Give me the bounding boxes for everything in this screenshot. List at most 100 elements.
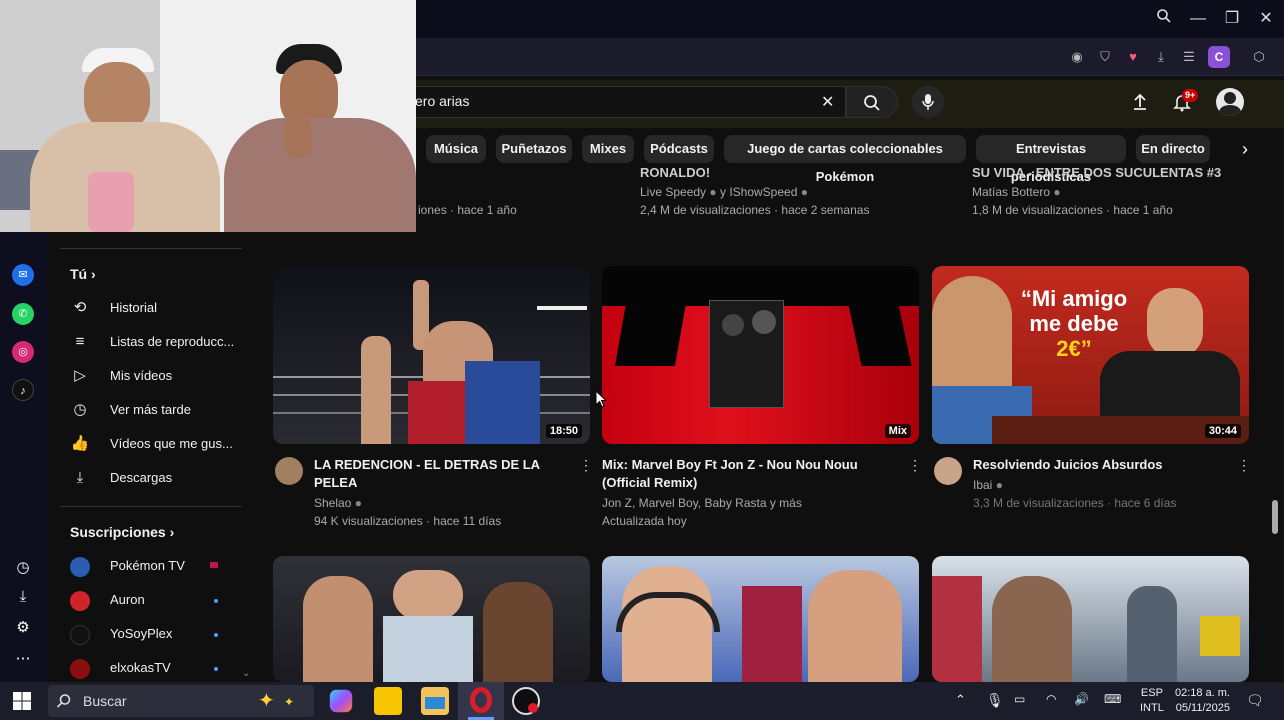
channel-name[interactable]: y IShowSpeed <box>720 185 797 199</box>
you-section-header[interactable]: Tú › <box>70 262 96 286</box>
taskbar-active-app[interactable] <box>458 682 504 720</box>
mouse-cursor <box>595 389 608 413</box>
more-options-icon[interactable]: ⋮ <box>579 457 593 473</box>
channel-name[interactable]: Shelao <box>314 496 351 510</box>
channel-name[interactable]: Matías Bottero <box>972 185 1050 199</box>
cube-icon[interactable]: ⬡ <box>1250 48 1268 66</box>
mix-badge: Mix <box>884 424 911 438</box>
video-thumbnail[interactable] <box>932 556 1249 682</box>
page-scrollbar[interactable] <box>1272 500 1278 534</box>
download-icon: ⤓ <box>76 469 84 486</box>
input-language[interactable]: ESP INTL <box>1140 686 1164 716</box>
subscription-item[interactable]: Auron <box>70 588 145 612</box>
sidebar-item-historial[interactable]: ⟲ Historial <box>70 296 157 320</box>
more-options-icon[interactable]: ⋮ <box>1237 457 1251 473</box>
account-avatar[interactable] <box>1216 88 1244 116</box>
sidebar-item-liked[interactable]: 👍 Vídeos que me gus... <box>70 432 233 456</box>
keyboard-icon[interactable]: ⌨ <box>1104 692 1121 706</box>
video-thumbnail[interactable] <box>273 556 590 682</box>
search-button[interactable] <box>846 86 898 118</box>
messenger-icon[interactable]: ✉ <box>12 264 34 286</box>
chip-entrevistas[interactable]: Entrevistas periodísticas <box>976 135 1126 184</box>
shield-icon[interactable]: ⛉ <box>1096 48 1114 66</box>
menu-icon[interactable]: ☰ <box>1180 48 1198 66</box>
clear-search-icon[interactable]: ✕ <box>821 92 834 112</box>
sidebar-item-listas[interactable]: ≡ Listas de reproducc... <box>70 330 235 354</box>
video-thumbnail[interactable]: “Mi amigo me debe 2€” 30:44 <box>932 266 1249 444</box>
voice-search-button[interactable] <box>912 86 944 118</box>
youtube-guide-sidebar: Tú › ⟲ Historial ≡ Listas de reproducc... … <box>48 232 250 682</box>
sidebar-item-ver-mas-tarde[interactable]: ◷ Ver más tarde <box>70 398 190 422</box>
battery-icon[interactable]: ▭ <box>1014 692 1025 706</box>
subscription-item[interactable]: Pokémon TV <box>70 554 185 578</box>
close-window-button[interactable]: ✕ <box>1255 8 1277 30</box>
subscriptions-label: Suscripciones <box>70 524 166 540</box>
video-title[interactable]: SU VIDA - ENTRE DOS SUCULENTAS #3 <box>972 164 1221 182</box>
video-title-line2[interactable]: PELEA <box>314 474 357 492</box>
more-options-icon[interactable]: ⋮ <box>908 457 922 473</box>
file-explorer-icon[interactable] <box>421 687 449 715</box>
chip-mixes[interactable]: Mixes <box>582 135 634 163</box>
liked-icon: 👍 <box>70 435 90 452</box>
windows-start-icon[interactable] <box>12 691 32 716</box>
search-box[interactable]: ✕ <box>400 86 846 118</box>
chevron-up-icon[interactable]: ⌃ <box>955 692 966 708</box>
webcam-overlay <box>0 0 416 232</box>
copilot-icon[interactable] <box>329 689 353 713</box>
video-thumbnail[interactable]: Mix <box>602 266 919 444</box>
tiktok-icon[interactable]: ♪ <box>12 379 34 401</box>
restore-button[interactable]: ❐ <box>1221 8 1243 30</box>
volume-icon[interactable]: 🔊 <box>1074 692 1089 706</box>
video-duration: 18:50 <box>545 424 582 438</box>
sidebar-item-label: Vídeos que me gus... <box>110 436 233 451</box>
whatsapp-icon[interactable]: ✆ <box>12 303 34 325</box>
camera-icon[interactable]: ◉ <box>1068 48 1086 66</box>
video-title[interactable]: RONALDO! <box>640 164 710 182</box>
video-title-line2[interactable]: (Official Remix) <box>602 474 697 492</box>
sticky-notes-icon[interactable] <box>374 687 402 715</box>
chip-podcasts[interactable]: Pódcasts <box>644 135 714 163</box>
chip-en-directo[interactable]: En directo <box>1136 135 1210 163</box>
video-title[interactable]: Resolviendo Juicios Absurdos <box>973 456 1163 474</box>
download-icon[interactable]: ⤓ <box>1152 48 1170 66</box>
channel-name[interactable]: Live Speedy <box>640 185 706 199</box>
search-icon[interactable] <box>1153 8 1175 30</box>
notifications-icon[interactable]: 🗨 <box>1246 692 1264 709</box>
instagram-icon[interactable]: ◎ <box>12 341 34 363</box>
clock-icon[interactable]: ◷ <box>12 557 34 579</box>
chevron-right-icon[interactable]: › <box>1234 138 1256 160</box>
subscriptions-header[interactable]: Suscripciones › <box>70 520 174 544</box>
subscription-item[interactable]: elxokasTV <box>70 656 171 680</box>
more-icon[interactable]: ⋯ <box>12 648 34 670</box>
video-title[interactable]: LA REDENCION - EL DETRAS DE LA <box>314 456 540 474</box>
clock[interactable]: 02:18 a. m. 05/11/2025 <box>1172 686 1230 716</box>
chip-musica[interactable]: Música <box>426 135 486 163</box>
upload-icon[interactable] <box>1130 92 1150 112</box>
download-icon[interactable]: ⤓ <box>12 586 34 608</box>
video-title[interactable]: Mix: Marvel Boy Ft Jon Z - Nou Nou Nouu <box>602 456 858 474</box>
obs-icon[interactable] <box>512 687 540 715</box>
history-icon: ⟲ <box>73 299 87 316</box>
video-thumbnail[interactable]: 18:50 <box>273 266 590 444</box>
channel-name[interactable]: Ibai <box>973 478 992 492</box>
playlist-icon: ≡ <box>75 333 85 350</box>
wifi-icon[interactable]: ◠ <box>1046 692 1056 706</box>
taskbar-search-box[interactable]: Buscar ✦ ✦ <box>48 685 314 717</box>
channel-avatar <box>70 658 90 679</box>
video-thumbnail[interactable] <box>602 556 919 682</box>
chevron-down-icon[interactable]: ⌄ <box>242 668 250 679</box>
sidebar-item-descargas[interactable]: ⤓ Descargas <box>70 466 172 490</box>
microphone-icon[interactable]: 🎙 <box>986 692 1004 709</box>
profile-avatar[interactable]: C <box>1208 46 1230 68</box>
sidebar-item-mis-videos[interactable]: ▷ Mis vídeos <box>70 364 172 388</box>
chip-punetazos[interactable]: Puñetazos <box>496 135 572 163</box>
watch-later-icon: ◷ <box>73 401 87 418</box>
heart-icon[interactable]: ♥ <box>1124 48 1142 66</box>
search-input[interactable] <box>415 93 795 109</box>
subscription-item[interactable]: YoSoyPlex <box>70 622 172 646</box>
channel-avatar[interactable] <box>275 457 303 485</box>
minimize-button[interactable]: — <box>1187 8 1209 30</box>
chip-pokemon-cards[interactable]: Juego de cartas coleccionables Pokémon <box>724 135 966 184</box>
settings-gear-icon[interactable]: ⚙ <box>12 617 34 639</box>
channel-avatar[interactable] <box>934 457 962 485</box>
